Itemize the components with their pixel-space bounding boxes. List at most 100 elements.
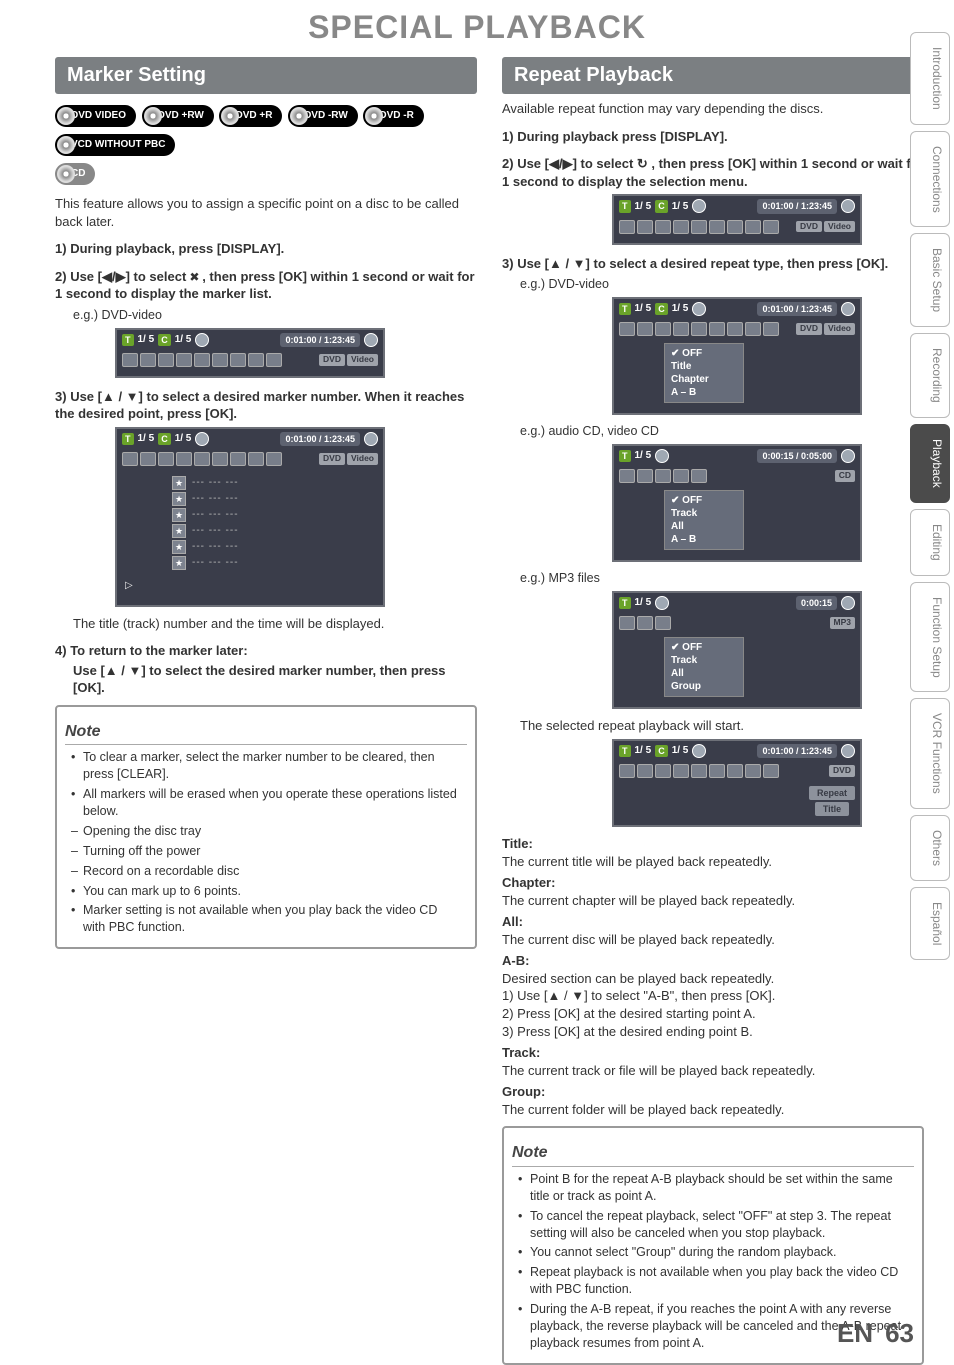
osd-time: 0:01:00 / 1:23:45 xyxy=(757,302,837,316)
osd-c-tag: C xyxy=(655,745,668,757)
osd-icon xyxy=(158,353,174,367)
osd-icon xyxy=(122,353,138,367)
osd-icon xyxy=(212,353,228,367)
column-marker-setting: Marker Setting DVD VIDEO DVD +RW DVD +R … xyxy=(55,57,477,1364)
osd-chip-dvd: DVD xyxy=(319,453,345,464)
osd-icon xyxy=(212,452,228,466)
repeat-label: Repeat xyxy=(809,786,855,800)
badge-cd: CD xyxy=(55,163,95,185)
osd-icon xyxy=(266,353,282,367)
star-icon: ★ xyxy=(172,492,186,506)
osd-chip-dvd: DVD xyxy=(829,765,855,776)
term-group-desc: The current folder will be played back r… xyxy=(502,1101,924,1119)
marker-dashes: --- --- --- xyxy=(192,492,239,506)
osd-t-value: 1/ 5 xyxy=(138,432,155,446)
column-repeat-playback: Repeat Playback Available repeat functio… xyxy=(502,57,924,1364)
tab-introduction[interactable]: Introduction xyxy=(910,32,950,125)
tab-espanol[interactable]: Español xyxy=(910,887,950,960)
clock-icon xyxy=(692,744,706,758)
osd-icon xyxy=(763,220,779,234)
disc-icon xyxy=(364,333,378,347)
note-heading: Note xyxy=(65,721,467,746)
step-text: Use [◀/▶] to select 🞭 , then press [OK] … xyxy=(55,269,475,302)
eg-dvd-video-right: e.g.) DVD-video xyxy=(520,276,924,293)
repeat-value: Title xyxy=(815,802,849,816)
osd-icon xyxy=(194,452,210,466)
tab-playback[interactable]: Playback xyxy=(910,424,950,503)
osd-time: 0:01:00 / 1:23:45 xyxy=(280,333,360,347)
step-text: During playback, press [DISPLAY]. xyxy=(70,241,284,256)
osd-icon xyxy=(194,353,210,367)
osd-icon xyxy=(122,452,138,466)
osd-chip-mp3: MP3 xyxy=(830,617,855,628)
term-all-desc: The current disc will be played back rep… xyxy=(502,931,924,949)
term-track-desc: The current track or file will be played… xyxy=(502,1062,924,1080)
page-footer: EN 63 xyxy=(837,1316,914,1351)
note-heading: Note xyxy=(512,1142,914,1167)
repeat-intro-text: Available repeat function may vary depen… xyxy=(502,100,924,118)
clock-icon xyxy=(655,596,669,610)
tab-vcr-functions[interactable]: VCR Functions xyxy=(910,698,950,809)
marker-rows: ★--- --- --- ★--- --- --- ★--- --- --- ★… xyxy=(172,475,383,571)
osd-icon xyxy=(248,452,264,466)
disc-badges: DVD VIDEO DVD +RW DVD +R DVD -RW DVD -R … xyxy=(55,100,477,187)
menu-item: All xyxy=(671,520,737,533)
osd-icon xyxy=(176,452,192,466)
eg-audio-cd: e.g.) audio CD, video CD xyxy=(520,423,924,440)
tab-basic-setup[interactable]: Basic Setup xyxy=(910,233,950,327)
osd-t-value: 1/ 5 xyxy=(635,302,652,316)
step-number: 2) xyxy=(55,269,67,284)
term-all: All: xyxy=(502,913,924,931)
osd-icon-row: DVD Video xyxy=(614,217,860,237)
osd-icon xyxy=(691,220,707,234)
step-number: 1) xyxy=(502,129,514,144)
note-item: To cancel the repeat playback, select "O… xyxy=(518,1208,906,1242)
osd-t-value: 1/ 5 xyxy=(635,200,652,214)
tab-recording[interactable]: Recording xyxy=(910,333,950,418)
osd-mp3-repeat-menu: T 1/ 5 0:00:15 MP3 OFF Track All Group xyxy=(612,591,862,709)
osd-icon xyxy=(637,220,653,234)
osd-chip-dvd: DVD xyxy=(796,323,822,334)
osd-icon xyxy=(248,353,264,367)
term-group: Group: xyxy=(502,1083,924,1101)
repeat-indicator: Repeat Title xyxy=(809,784,855,816)
osd-t-tag: T xyxy=(619,200,631,212)
term-title-desc: The current title will be played back re… xyxy=(502,853,924,871)
osd-time: 0:00:15 / 0:05:00 xyxy=(757,449,837,463)
step-number: 1) xyxy=(55,241,67,256)
badge-dvd-plus-rw: DVD +RW xyxy=(142,105,214,127)
osd-time: 0:01:00 / 1:23:45 xyxy=(757,199,837,213)
osd-chip-video: Video xyxy=(824,323,855,334)
marker-title-caption: The title (track) number and the time wi… xyxy=(73,615,477,633)
note-item: Repeat playback is not available when yo… xyxy=(518,1264,906,1298)
osd-c-value: 1/ 5 xyxy=(672,744,689,758)
osd-repeat-active: T 1/ 5 C 1/ 5 0:01:00 / 1:23:45 DVD Repe… xyxy=(612,739,862,827)
note-item: Point B for the repeat A-B playback shou… xyxy=(518,1171,906,1205)
term-chapter: Chapter: xyxy=(502,874,924,892)
tab-function-setup[interactable]: Function Setup xyxy=(910,582,950,693)
osd-t-tag: T xyxy=(122,334,134,346)
tab-connections[interactable]: Connections xyxy=(910,131,950,228)
clock-icon xyxy=(692,199,706,213)
osd-c-value: 1/ 5 xyxy=(175,333,192,347)
step-text: Use [◀/▶] to select ↻ , then press [OK] … xyxy=(502,156,924,189)
osd-icon xyxy=(619,220,635,234)
tab-editing[interactable]: Editing xyxy=(910,509,950,576)
osd-chip-dvd: DVD xyxy=(319,354,345,365)
osd-dvd-repeat-menu: T 1/ 5 C 1/ 5 0:01:00 / 1:23:45 DVD Vide… xyxy=(612,297,862,415)
marker-dashes: --- --- --- xyxy=(192,476,239,490)
tab-others[interactable]: Others xyxy=(910,815,950,881)
badge-vcd: VCD WITHOUT PBC xyxy=(55,134,175,156)
note-item: You cannot select "Group" during the ran… xyxy=(518,1244,906,1261)
clock-icon xyxy=(195,432,209,446)
osd-icon xyxy=(266,452,282,466)
menu-item: Chapter xyxy=(671,373,737,386)
osd-icon-row: DVD Video xyxy=(117,449,383,469)
disc-icon xyxy=(841,596,855,610)
marker-dashes: --- --- --- xyxy=(192,540,239,554)
clock-icon xyxy=(655,449,669,463)
term-chapter-desc: The current chapter will be played back … xyxy=(502,892,924,910)
menu-item: OFF xyxy=(671,494,737,507)
osd-t-tag: T xyxy=(619,303,631,315)
badge-dvd-video: DVD VIDEO xyxy=(55,105,136,127)
